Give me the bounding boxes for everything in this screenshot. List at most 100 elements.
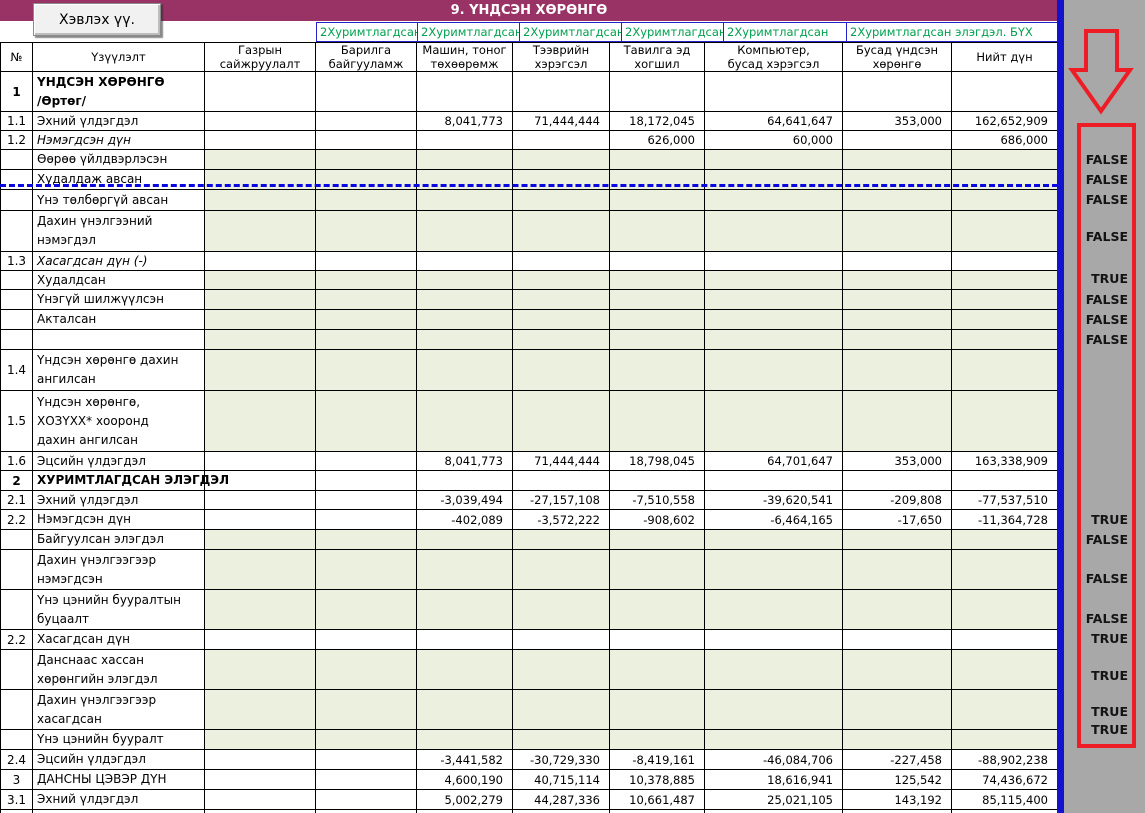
value-cell[interactable] [513,590,610,630]
value-cell[interactable] [952,391,1058,452]
value-cell[interactable] [513,650,610,690]
value-cell[interactable] [952,310,1058,330]
value-cell[interactable] [316,330,417,350]
row-number-cell[interactable] [0,530,33,550]
value-cell[interactable] [417,391,513,452]
value-cell[interactable]: 163,338,909 [952,452,1058,471]
row-number-cell[interactable]: 1.5 [0,391,33,452]
value-cell[interactable] [513,252,610,271]
row-label-cell[interactable]: Үнэ цэнийн бууралтын буцаалт [33,590,205,630]
value-cell[interactable] [513,350,610,391]
value-cell[interactable]: 686,000 [952,131,1058,150]
value-cell[interactable] [843,550,952,590]
value-cell[interactable] [610,550,705,590]
value-cell[interactable] [610,330,705,350]
value-cell[interactable] [952,170,1058,190]
row-number-cell[interactable] [0,190,33,211]
row-number-cell[interactable]: 2.1 [0,491,33,510]
print-button[interactable]: Хэвлэх үү. [33,3,161,36]
column-header-cell[interactable]: № [0,42,33,72]
value-cell[interactable] [417,471,513,491]
value-cell[interactable] [417,630,513,650]
value-cell[interactable] [205,530,316,550]
value-cell[interactable]: 18,798,045 [610,452,705,471]
value-cell[interactable] [843,350,952,391]
row-label-cell[interactable]: Хасагдсан дүн [33,630,205,650]
value-cell[interactable] [316,630,417,650]
row-label-cell[interactable]: Эхний үлдэгдэл [33,790,205,810]
row-label-cell[interactable]: Өөрөө үйлдвэрлэсэн [33,150,205,170]
value-cell[interactable] [316,530,417,550]
flag-value[interactable]: FALSE [1064,191,1128,209]
value-cell[interactable] [952,330,1058,350]
value-cell[interactable] [952,530,1058,550]
value-cell[interactable] [513,310,610,330]
value-cell[interactable] [843,730,952,750]
value-cell[interactable] [843,211,952,252]
value-cell[interactable] [205,112,316,131]
value-cell[interactable]: 353,000 [843,112,952,131]
row-label-cell[interactable]: ХУРИМТЛАГДСАН ЭЛЭГДЭЛ [33,471,205,491]
value-cell[interactable] [610,310,705,330]
value-cell[interactable] [513,211,610,252]
value-cell[interactable] [417,211,513,252]
value-cell[interactable] [513,131,610,150]
value-cell[interactable]: -908,602 [610,510,705,530]
value-cell[interactable] [610,471,705,491]
flag-value[interactable]: FALSE [1064,171,1128,189]
value-cell[interactable] [316,590,417,630]
flag-value[interactable]: FALSE [1064,311,1128,329]
value-cell[interactable] [316,391,417,452]
flag-value[interactable]: TRUE [1064,703,1128,721]
row-number-cell[interactable]: 1.2 [0,131,33,150]
value-cell[interactable] [205,750,316,770]
value-cell[interactable] [417,590,513,630]
value-cell[interactable] [205,271,316,290]
value-cell[interactable] [316,310,417,330]
value-cell[interactable] [417,131,513,150]
value-cell[interactable] [417,271,513,290]
row-label-cell[interactable]: Нэмэгдсэн дүн [33,510,205,530]
flag-value[interactable]: FALSE [1064,531,1128,549]
row-label-cell[interactable]: Эцсийн үлдэгдэл [33,750,205,770]
value-cell[interactable] [952,550,1058,590]
value-cell[interactable] [316,112,417,131]
value-cell[interactable] [417,290,513,310]
row-label-cell[interactable]: Акталсан [33,310,205,330]
value-cell[interactable] [513,290,610,310]
value-cell[interactable] [205,190,316,211]
value-cell[interactable] [843,650,952,690]
value-cell[interactable] [952,211,1058,252]
row-number-cell[interactable]: 2.4 [0,750,33,770]
value-cell[interactable] [417,190,513,211]
value-cell[interactable]: 60,000 [705,131,843,150]
value-cell[interactable] [316,290,417,310]
value-cell[interactable] [417,530,513,550]
value-cell[interactable] [705,190,843,211]
value-cell[interactable]: 626,000 [610,131,705,150]
value-cell[interactable] [205,310,316,330]
flag-value[interactable]: TRUE [1064,667,1128,685]
value-cell[interactable]: -3,441,582 [417,750,513,770]
row-number-cell[interactable] [0,650,33,690]
flag-value[interactable]: TRUE [1064,721,1128,739]
value-cell[interactable]: 4,600,190 [417,770,513,790]
value-cell[interactable] [316,550,417,590]
value-cell[interactable] [205,290,316,310]
value-cell[interactable]: 8,041,773 [417,452,513,471]
value-cell[interactable]: -46,084,706 [705,750,843,770]
value-cell[interactable] [705,690,843,730]
value-cell[interactable] [205,391,316,452]
value-cell[interactable] [205,510,316,530]
row-number-cell[interactable]: 3.1 [0,790,33,810]
value-cell[interactable] [513,391,610,452]
value-cell[interactable]: 74,436,672 [952,770,1058,790]
value-cell[interactable] [843,170,952,190]
row-number-cell[interactable] [0,310,33,330]
value-cell[interactable] [316,770,417,790]
value-cell[interactable] [610,271,705,290]
row-number-cell[interactable]: 1.1 [0,112,33,131]
value-cell[interactable] [705,730,843,750]
value-cell[interactable] [952,150,1058,170]
value-cell[interactable] [843,310,952,330]
